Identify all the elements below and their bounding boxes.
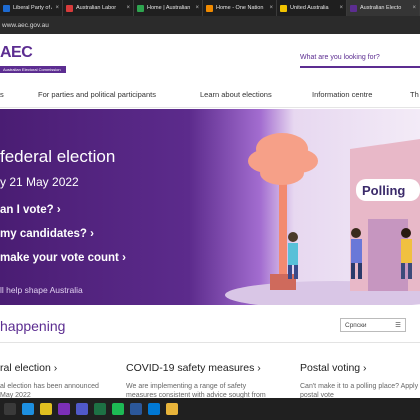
card-federal-election-title[interactable]: ral election › — [0, 362, 57, 374]
browser-tab[interactable]: United Australia × — [277, 0, 347, 16]
hero-link-can-i-vote[interactable]: an I vote? › — [0, 204, 61, 216]
language-selected: Српски — [345, 321, 367, 329]
card-postal-voting-title[interactable]: Postal voting › — [300, 362, 367, 374]
nav-item-parties[interactable]: For parties and political participants — [38, 90, 156, 99]
browser-tab[interactable]: Australian Labor × — [63, 0, 134, 16]
windows-taskbar — [0, 398, 420, 420]
onenote-icon[interactable] — [58, 403, 70, 415]
browser-tab-strip: Liberal Party of A × Australian Labor × Home… — [0, 0, 420, 16]
menu-icon: ☰ — [395, 322, 401, 329]
hero-link-candidates[interactable]: my candidates? › — [0, 228, 94, 240]
logo-subtitle: Australian Electoral Commission — [0, 66, 66, 73]
tab-favicon-icon — [350, 4, 357, 12]
browser-tab[interactable]: Liberal Party of A × — [0, 0, 63, 16]
section-divider — [0, 342, 420, 343]
search-input[interactable]: What are you looking for? — [300, 52, 420, 68]
teams-icon[interactable] — [76, 403, 88, 415]
store-icon[interactable] — [148, 403, 160, 415]
nav-item-more[interactable]: Th — [410, 90, 419, 99]
edge-icon[interactable] — [22, 403, 34, 415]
tab-title: United Australia — [290, 5, 329, 11]
tab-title: Home - One Nation — [216, 5, 264, 11]
tab-favicon-icon — [137, 4, 144, 12]
tab-close-icon[interactable]: × — [339, 5, 343, 11]
main-navigation: s For parties and political participants… — [0, 82, 420, 108]
tab-close-icon[interactable]: × — [126, 5, 130, 11]
hero-tagline: ll help shape Australia — [0, 285, 83, 295]
tab-title: Home | Australian — [147, 5, 191, 11]
word-icon[interactable] — [130, 403, 142, 415]
excel-icon[interactable] — [94, 403, 106, 415]
polling-illustration: Polling — [225, 133, 420, 305]
task-view-icon[interactable] — [4, 403, 16, 415]
hero-banner: federal election y 21 May 2022 an I vote… — [0, 109, 420, 305]
logo-text: AEC — [0, 44, 33, 61]
tab-favicon-icon — [3, 4, 10, 12]
tab-title: Australian Labor — [76, 5, 117, 11]
address-bar[interactable]: www.aec.gov.au — [0, 16, 420, 34]
tab-close-icon[interactable]: × — [412, 5, 416, 11]
language-selector[interactable]: Српски ☰ — [340, 318, 406, 332]
tab-favicon-icon — [206, 4, 213, 12]
site-header: AEC Australian Electoral Commission What… — [0, 34, 420, 78]
aec-logo[interactable]: AEC Australian Electoral Commission — [0, 44, 66, 73]
browser-tab[interactable]: Home | Australian × — [134, 0, 203, 16]
nav-item-information-centre[interactable]: Information centre — [312, 90, 372, 99]
address-url[interactable]: www.aec.gov.au — [2, 22, 49, 29]
tab-close-icon[interactable]: × — [55, 5, 59, 11]
hero-title: federal election — [0, 147, 116, 166]
hero-date: y 21 May 2022 — [0, 175, 79, 189]
card-covid-title[interactable]: COVID-19 safety measures › — [126, 362, 261, 374]
tab-title: Liberal Party of A — [13, 5, 53, 11]
tab-title: Australian Electo — [360, 5, 402, 11]
section-title: happening — [0, 318, 66, 334]
hero-link-vote-count[interactable]: make your vote count › — [0, 252, 126, 264]
polling-sign: Polling — [362, 183, 405, 198]
files-icon[interactable] — [166, 403, 178, 415]
tab-favicon-icon — [66, 4, 73, 12]
tab-favicon-icon — [280, 4, 287, 12]
spotify-icon[interactable] — [112, 403, 124, 415]
nav-item-voters[interactable]: s — [0, 90, 4, 99]
browser-tab[interactable]: Home - One Nation × — [203, 0, 277, 16]
chrome-icon[interactable] — [40, 403, 52, 415]
tab-close-icon[interactable]: × — [269, 5, 273, 11]
nav-item-learn[interactable]: Learn about elections — [200, 90, 272, 99]
browser-tab[interactable]: Australian Electo × — [347, 0, 420, 16]
tab-close-icon[interactable]: × — [195, 5, 199, 11]
